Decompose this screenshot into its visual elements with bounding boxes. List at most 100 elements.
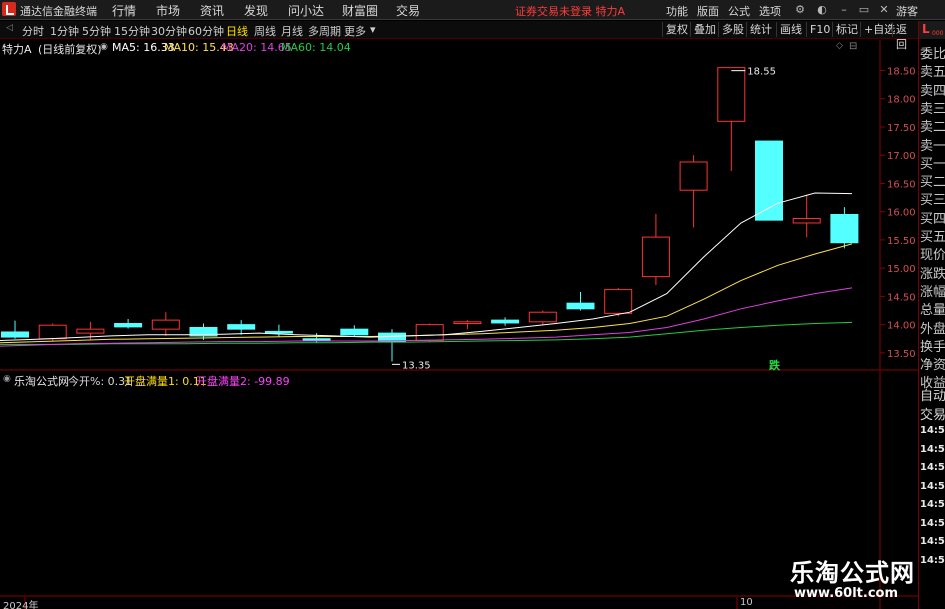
candle-up [415, 324, 444, 341]
menu-discover[interactable]: 发现 [244, 2, 268, 19]
menu-quotes[interactable]: 行情 [112, 2, 136, 19]
menu-wealth[interactable]: 财富圈 [342, 2, 378, 19]
tick-time: 14:5 [920, 425, 945, 436]
menu-bar: 通达信金融终端 行情 市场 资讯 发现 问小达 财富圈 交易 证券交易未登录 特… [0, 0, 945, 20]
candle-up [679, 161, 708, 191]
tick-time: 14:5 [920, 443, 945, 455]
period-toolbar: ◁ 分时 1分钟 5分钟 15分钟 30分钟 60分钟 日线 周线 月线 多周期… [0, 21, 918, 51]
indicator-full-volume-2: 开盘满量2: -99.89 [196, 375, 290, 388]
y-tick-label: 15.00 [887, 264, 916, 275]
back-button[interactable]: 返回 [892, 22, 918, 51]
close-icon[interactable]: ✕ [876, 2, 892, 17]
candle-up [38, 324, 67, 340]
draw-line-button[interactable]: 画线 [776, 22, 805, 37]
tab-5min[interactable]: 5分钟 [82, 23, 111, 39]
tab-daily[interactable]: 日线 [226, 23, 248, 39]
menu-trade[interactable]: 交易 [396, 2, 420, 19]
y-tick-label: 14.50 [887, 292, 916, 303]
more-dropdown-icon[interactable]: ▾ [370, 23, 376, 36]
menu-function[interactable]: 功能 [666, 3, 688, 19]
toolbar-collapse-icon[interactable]: ◁ [6, 23, 13, 33]
multi-stock-button[interactable]: 多股 [718, 22, 747, 37]
tick-time: 14:5 [920, 554, 945, 566]
indicator-settings-icon[interactable]: ◉ [3, 374, 11, 384]
minimize-icon[interactable]: – [836, 2, 852, 17]
quote-label: 买二 [920, 175, 945, 191]
sell-signal-label: 跌 [769, 358, 781, 372]
candle-up [76, 328, 105, 334]
candle-up [717, 67, 746, 122]
tab-15min[interactable]: 15分钟 [114, 23, 150, 39]
y-tick-label: 17.50 [887, 123, 916, 134]
indicator-name[interactable]: 乐淘公式网 [14, 373, 69, 389]
candle-up [151, 319, 180, 330]
quote-label: 卖一 [920, 138, 945, 154]
candle-down [227, 324, 256, 330]
quote-label: 卖三 [920, 101, 945, 117]
candle-down [302, 338, 331, 341]
menu-layout[interactable]: 版面 [697, 3, 719, 19]
menu-options[interactable]: 选项 [759, 3, 781, 19]
candle-up [528, 311, 557, 323]
quote-label: 涨幅 [920, 284, 945, 300]
guest-label[interactable]: 游客 [896, 3, 918, 19]
kline-chart[interactable]: 18.50 18.00 17.50 17.00 16.50 16.00 15.50 15.00… [0, 40, 918, 609]
quote-label: 委比 [920, 47, 945, 62]
login-status[interactable]: 证券交易未登录 特力A [515, 3, 625, 19]
tick-time: 14:5 [920, 517, 945, 529]
quote-label: 涨跌 [920, 266, 945, 282]
quote-label: 现价 [920, 248, 945, 264]
quote-label: 买四 [920, 211, 945, 227]
indicator-full-volume-1: 开盘满量1: 0.11 [124, 375, 207, 388]
quote-label: 卖二 [920, 120, 945, 136]
candle-up [604, 289, 633, 314]
settings-icon[interactable]: ⚙ [792, 2, 808, 17]
quote-label: 自动 [920, 389, 945, 404]
quote-label: 买三 [920, 193, 945, 209]
candle-down [830, 214, 859, 244]
watermark-url: www.60lt.com [794, 586, 899, 601]
candle-down [1, 331, 29, 338]
menu-market[interactable]: 市场 [156, 2, 180, 19]
tab-monthly[interactable]: 月线 [281, 23, 303, 39]
menu-ask[interactable]: 问小达 [288, 2, 324, 19]
menu-formula[interactable]: 公式 [728, 3, 750, 19]
f10-button[interactable]: F10 [806, 22, 833, 37]
tab-more[interactable]: 更多 [344, 23, 366, 39]
tab-30min[interactable]: 30分钟 [151, 23, 187, 39]
restore-icon[interactable]: ▭ [856, 2, 872, 17]
tick-time: 14:5 [920, 480, 945, 492]
statistics-button[interactable]: 统计 [746, 22, 775, 37]
candle-up [453, 321, 482, 325]
app-logo-icon [2, 2, 16, 16]
quote-label: 卖四 [920, 83, 945, 99]
tab-1min[interactable]: 1分钟 [50, 23, 79, 39]
quote-label: 净资 [920, 358, 945, 374]
y-tick-label: 18.50 [887, 66, 916, 77]
overlay-button[interactable]: 叠加 [690, 22, 719, 37]
candle-down [491, 319, 520, 324]
y-tick-label: 14.00 [887, 321, 916, 332]
tick-time: 14:5 [920, 499, 945, 510]
month-label: 10 [740, 597, 753, 608]
skin-icon[interactable]: ◐ [814, 2, 830, 17]
tab-intraday[interactable]: 分时 [22, 23, 44, 39]
candle-down [340, 328, 369, 336]
tab-60min[interactable]: 60分钟 [188, 23, 224, 39]
candle-down [566, 302, 595, 310]
tab-multi-period[interactable]: 多周期 [308, 23, 341, 39]
menu-news[interactable]: 资讯 [200, 2, 224, 19]
quote-panel: L 000 委比 卖五 卖四 卖三 卖二 卖一 买一 买二 买三 买四 买五 现价 涨跌 涨幅 总量 外盘 换手… [918, 21, 945, 609]
stock-code-digits: 000 [932, 30, 944, 37]
y-tick-label: 17.00 [887, 151, 916, 162]
mark-button[interactable]: 标记 [832, 22, 861, 37]
tab-weekly[interactable]: 周线 [254, 23, 276, 39]
quote-label: 买五 [920, 230, 945, 245]
stock-code-tag[interactable]: L 000 [919, 21, 945, 39]
tick-time: 14:5 [920, 462, 945, 473]
quote-label: 总量 [920, 303, 945, 319]
adjust-button[interactable]: 复权 [662, 22, 691, 37]
y-tick-label: 18.00 [887, 95, 916, 106]
indicator-open-pct: 今开%: 0.31 [68, 375, 133, 388]
stock-code-letter: L [922, 22, 930, 36]
